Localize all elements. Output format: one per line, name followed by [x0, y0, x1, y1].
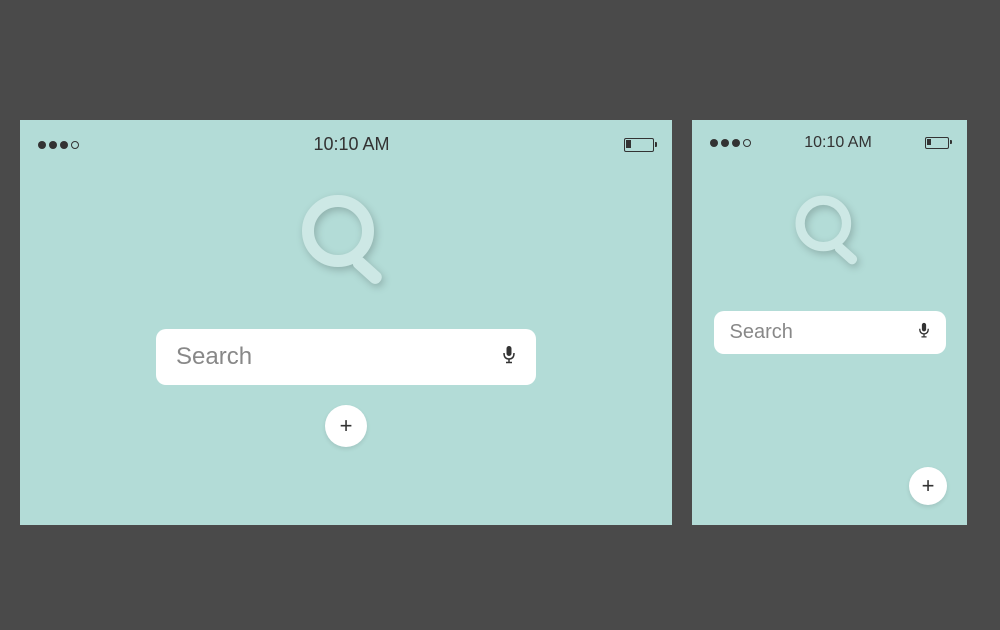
search-input[interactable]: Search — [156, 329, 536, 385]
magnifier-icon — [291, 189, 401, 304]
signal-dot-icon — [49, 141, 57, 149]
tablet-device: 10:10 AM Search + — [20, 120, 672, 525]
status-bar: 10:10 AM — [692, 120, 967, 166]
plus-icon: + — [922, 475, 935, 497]
battery-icon — [925, 137, 949, 149]
signal-dot-empty-icon — [71, 141, 79, 149]
magnifier-icon — [787, 191, 872, 281]
search-input[interactable]: Search — [714, 311, 946, 354]
clock-time: 10:10 AM — [313, 134, 389, 155]
signal-dot-empty-icon — [743, 139, 751, 147]
signal-dot-icon — [732, 139, 740, 147]
clock-time: 10:10 AM — [804, 134, 872, 152]
phone-device: 10:10 AM Search + — [692, 120, 967, 525]
add-button[interactable]: + — [909, 467, 947, 505]
battery-icon — [624, 138, 654, 152]
signal-indicator — [38, 141, 79, 149]
signal-dot-icon — [38, 141, 46, 149]
add-button[interactable]: + — [325, 405, 367, 447]
search-placeholder: Search — [730, 321, 793, 344]
search-placeholder: Search — [176, 343, 252, 371]
signal-dot-icon — [721, 139, 729, 147]
signal-dot-icon — [710, 139, 718, 147]
status-bar: 10:10 AM — [20, 120, 672, 169]
microphone-icon[interactable] — [918, 322, 930, 344]
signal-indicator — [710, 139, 751, 147]
microphone-icon[interactable] — [502, 345, 516, 370]
plus-icon: + — [340, 415, 353, 437]
signal-dot-icon — [60, 141, 68, 149]
